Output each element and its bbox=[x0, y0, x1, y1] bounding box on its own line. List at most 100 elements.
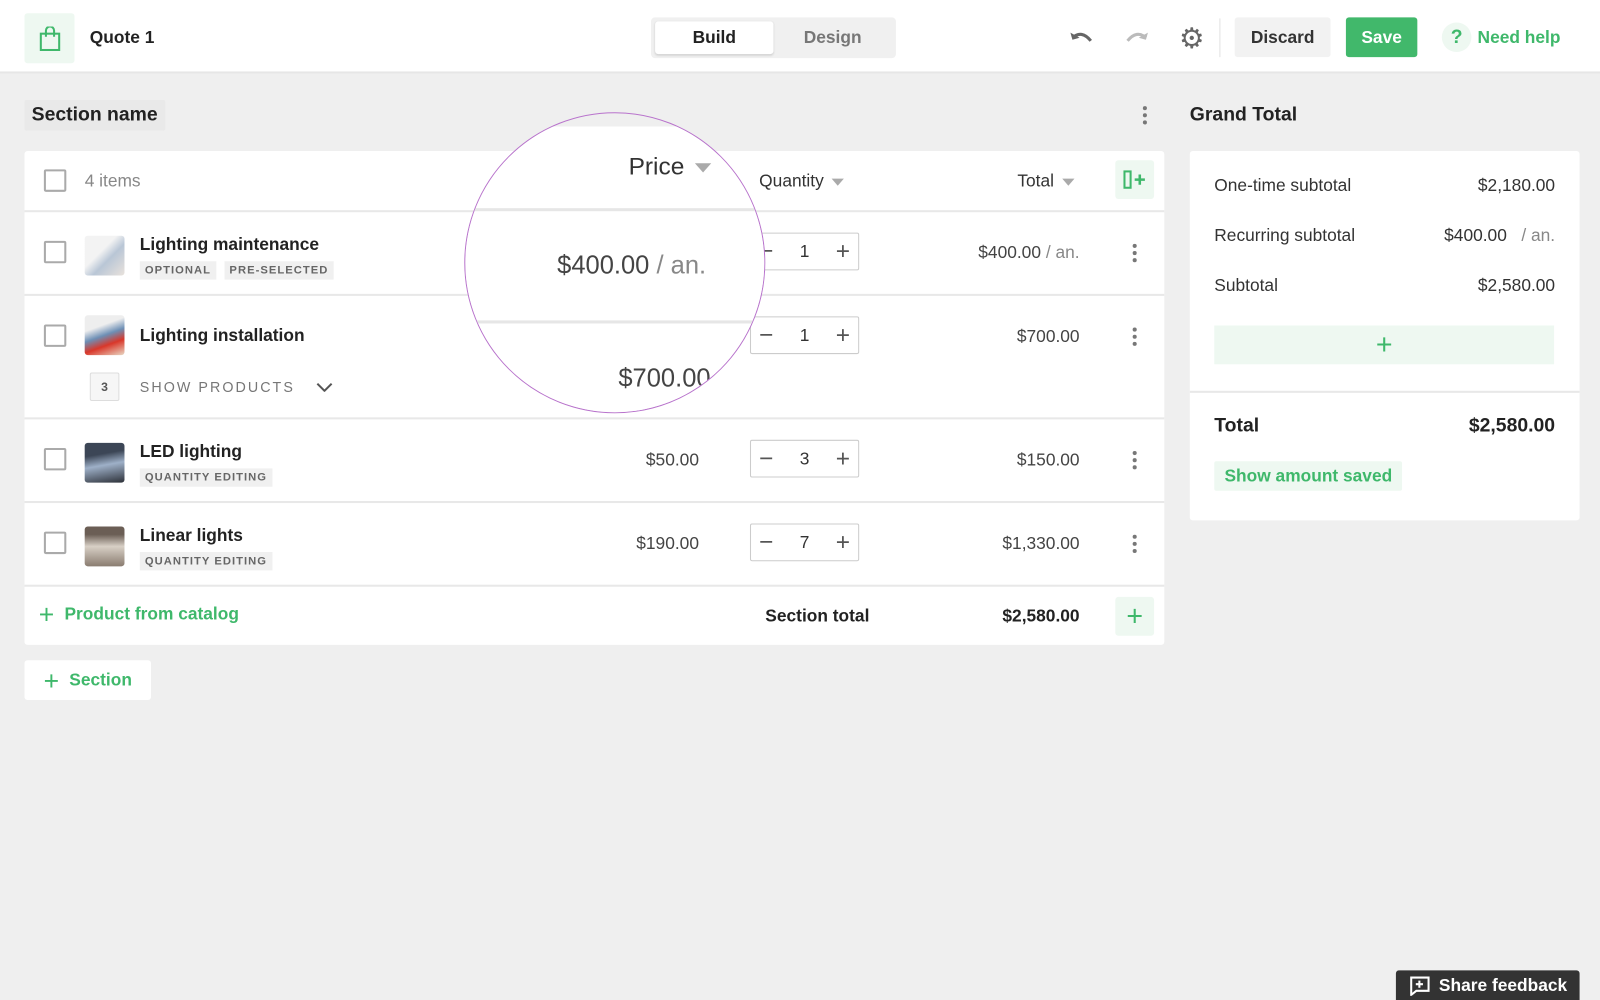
section-footer: + Product from catalog Section total $2,5… bbox=[24, 584, 1165, 645]
total-column-header[interactable]: Total bbox=[1017, 171, 1075, 191]
product-name[interactable]: Lighting maintenance bbox=[140, 235, 319, 255]
quantity-stepper[interactable]: −1 + bbox=[749, 316, 860, 355]
feedback-icon bbox=[1410, 976, 1430, 996]
table-row[interactable]: Linear lights QUANTITY EDITING $190.00 −… bbox=[24, 501, 1165, 585]
plus-icon[interactable]: + bbox=[836, 446, 850, 470]
grand-total-card: One-time subtotal $2,180.00 Recurring su… bbox=[1189, 151, 1580, 521]
bundle-count-badge: 3 bbox=[89, 372, 120, 402]
divider bbox=[1189, 390, 1580, 393]
plus-icon[interactable]: + bbox=[836, 239, 850, 263]
product-name[interactable]: LED lighting bbox=[140, 442, 242, 462]
quantity-stepper[interactable]: − 7 + bbox=[749, 523, 860, 562]
show-products-toggle[interactable]: SHOW PRODUCTS bbox=[140, 379, 334, 395]
tab-build[interactable]: Build bbox=[655, 21, 774, 55]
product-name[interactable]: Lighting installation bbox=[140, 326, 305, 346]
product-thumbnail bbox=[84, 315, 125, 356]
items-count: 4 items bbox=[84, 171, 141, 191]
row-price: $190.00 bbox=[636, 533, 699, 554]
row-checkbox[interactable] bbox=[43, 240, 67, 264]
tag-optional: OPTIONAL bbox=[139, 261, 217, 280]
row-total: $700.00 bbox=[1016, 326, 1080, 346]
lens-price-header: Price bbox=[629, 153, 711, 182]
table-row[interactable]: LED lighting QUANTITY EDITING $50.00 − 3 +… bbox=[24, 417, 1165, 501]
row-checkbox[interactable] bbox=[43, 447, 67, 471]
view-toggle: Build Design bbox=[651, 17, 896, 59]
plus-icon[interactable]: + bbox=[836, 530, 850, 554]
caret-down-icon bbox=[694, 162, 711, 172]
product-thumbnail bbox=[84, 442, 125, 483]
show-amount-saved-button[interactable]: Show amount saved bbox=[1214, 461, 1403, 491]
tag-quantity-editing: QUANTITY EDITING bbox=[139, 552, 273, 571]
add-discount-button[interactable]: + bbox=[1214, 325, 1555, 365]
lens-price-value-2: $700.00 bbox=[618, 364, 711, 393]
caret-down-icon bbox=[1062, 178, 1075, 186]
row-checkbox[interactable] bbox=[43, 324, 67, 347]
quantity-column-header[interactable]: Quantity bbox=[759, 171, 845, 191]
recurring-subtotal-label: Recurring subtotal bbox=[1214, 225, 1356, 245]
plus-icon: + bbox=[1375, 328, 1393, 361]
one-time-subtotal-label: One-time subtotal bbox=[1214, 175, 1352, 195]
need-help-link[interactable]: ? Need help bbox=[1441, 22, 1560, 53]
quote-title[interactable]: Quote 1 bbox=[90, 28, 155, 48]
section-name[interactable]: Section name bbox=[24, 99, 165, 131]
top-bar: Quote 1 Build Design ⚙ Discard Save ? Nee… bbox=[0, 0, 1600, 74]
share-feedback-button[interactable]: Share feedback bbox=[1395, 970, 1580, 1000]
save-button[interactable]: Save bbox=[1345, 17, 1418, 58]
total-value: $2,580.00 bbox=[1468, 415, 1556, 437]
discard-button[interactable]: Discard bbox=[1234, 17, 1331, 58]
quantity-stepper[interactable]: −1 + bbox=[749, 232, 860, 271]
divider bbox=[465, 208, 765, 212]
quantity-value[interactable]: 7 bbox=[800, 532, 810, 552]
add-column-button[interactable] bbox=[1115, 160, 1155, 199]
add-product-label: Product from catalog bbox=[64, 604, 239, 624]
row-price: $50.00 bbox=[645, 449, 699, 470]
shopping-bag-icon[interactable] bbox=[24, 13, 75, 64]
share-feedback-label: Share feedback bbox=[1438, 974, 1568, 995]
lens-price-value: $400.00 / an. bbox=[557, 251, 707, 280]
quantity-stepper[interactable]: − 3 + bbox=[749, 439, 860, 478]
add-section-button[interactable]: + Section bbox=[24, 660, 152, 700]
quantity-value[interactable]: 1 bbox=[800, 241, 810, 261]
section-total-value: $2,580.00 bbox=[1002, 606, 1080, 626]
select-all-checkbox[interactable] bbox=[43, 169, 67, 192]
minus-icon[interactable]: − bbox=[759, 446, 773, 470]
redo-icon[interactable] bbox=[1121, 22, 1152, 53]
grand-total-title: Grand Total bbox=[1189, 104, 1298, 126]
product-thumbnail bbox=[84, 526, 125, 567]
plus-icon: + bbox=[43, 664, 60, 696]
row-menu-icon[interactable] bbox=[1124, 448, 1144, 472]
gear-icon[interactable]: ⚙ bbox=[1177, 22, 1208, 54]
add-product-button[interactable]: + Product from catalog bbox=[39, 601, 239, 628]
add-section-label: Section bbox=[69, 669, 132, 690]
section-menu-icon[interactable] bbox=[1135, 103, 1155, 127]
row-total: $1,330.00 bbox=[1002, 533, 1080, 554]
tag-quantity-editing: QUANTITY EDITING bbox=[139, 468, 273, 487]
total-label: Total bbox=[1214, 415, 1260, 437]
row-total: $400.00 / an. bbox=[978, 242, 1080, 263]
row-total: $150.00 bbox=[1016, 449, 1080, 470]
quantity-header-label: Quantity bbox=[759, 171, 824, 191]
add-line-button[interactable]: + bbox=[1115, 596, 1155, 636]
recurring-subtotal-value: $400.00 / an. bbox=[1444, 225, 1556, 245]
subtotal-value: $2,580.00 bbox=[1477, 275, 1556, 295]
minus-icon[interactable]: − bbox=[759, 530, 773, 554]
chevron-down-icon bbox=[316, 382, 333, 392]
row-menu-icon[interactable] bbox=[1124, 532, 1144, 556]
tag-pre-selected: PRE-SELECTED bbox=[224, 261, 334, 280]
section-total-label: Section total bbox=[765, 606, 870, 626]
question-icon: ? bbox=[1441, 22, 1472, 53]
one-time-subtotal-value: $2,180.00 bbox=[1477, 175, 1556, 195]
product-name[interactable]: Linear lights bbox=[140, 526, 243, 546]
row-checkbox[interactable] bbox=[43, 531, 67, 555]
row-menu-icon[interactable] bbox=[1124, 241, 1144, 265]
quantity-value[interactable]: 1 bbox=[800, 325, 810, 345]
caret-down-icon bbox=[831, 178, 845, 186]
quantity-value[interactable]: 3 bbox=[800, 448, 810, 468]
plus-icon: + bbox=[1126, 599, 1144, 632]
add-column-icon bbox=[1123, 170, 1145, 189]
plus-icon[interactable]: + bbox=[836, 322, 850, 347]
row-menu-icon[interactable] bbox=[1124, 324, 1144, 348]
undo-icon[interactable] bbox=[1066, 22, 1097, 53]
total-header-label: Total bbox=[1017, 171, 1054, 191]
tab-design[interactable]: Design bbox=[773, 21, 891, 54]
